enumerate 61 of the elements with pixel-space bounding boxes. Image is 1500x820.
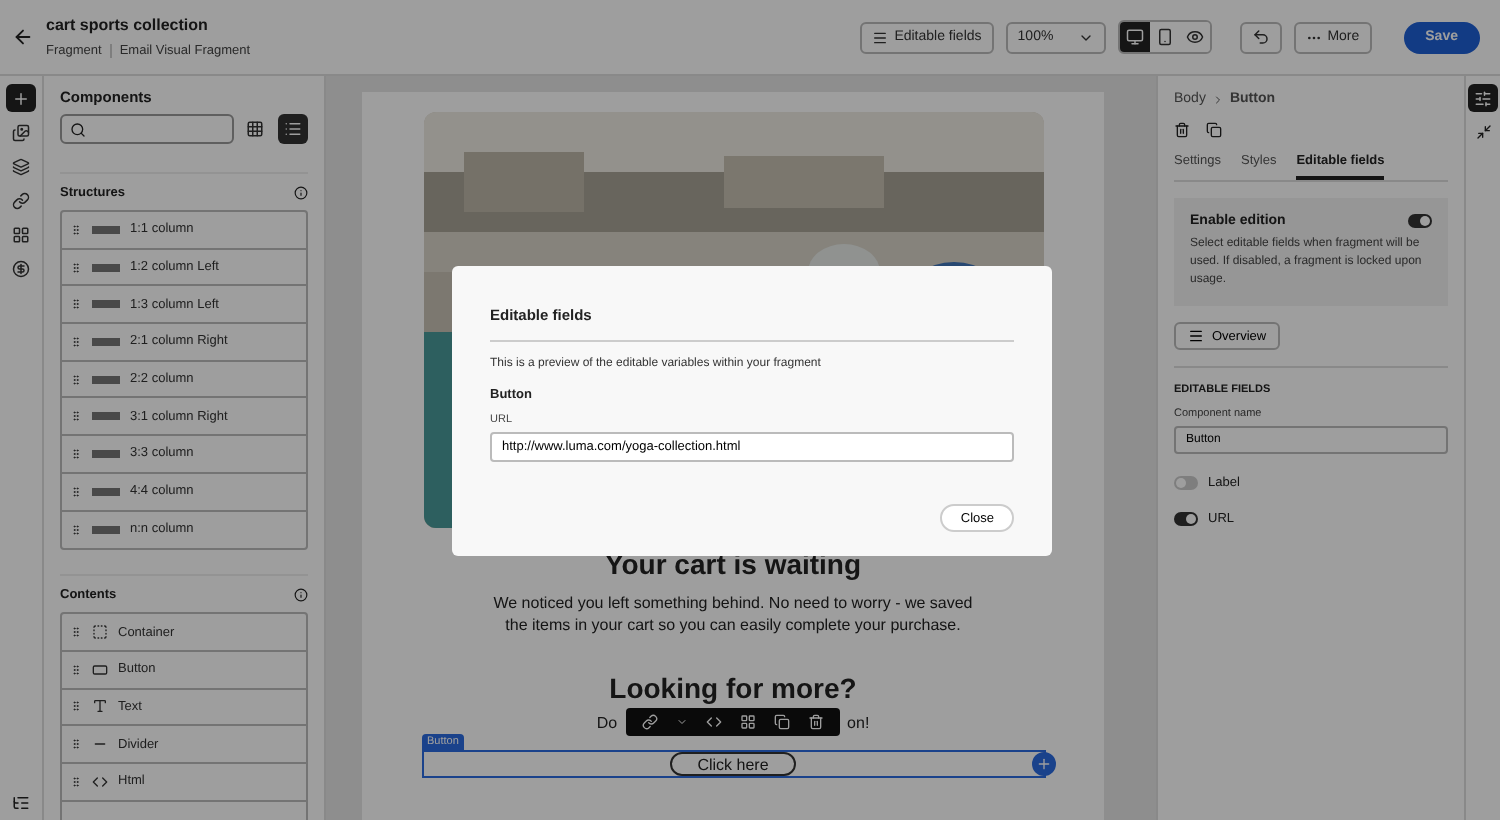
columns-icon xyxy=(92,337,120,346)
link-icon[interactable] xyxy=(641,714,658,731)
chevron-icon xyxy=(1211,93,1224,105)
add-button[interactable] xyxy=(1031,752,1055,777)
delete-icon[interactable] xyxy=(1174,122,1190,138)
columns-icon xyxy=(92,487,120,496)
undo-button[interactable] xyxy=(1239,21,1282,53)
collapse-icon[interactable] xyxy=(1475,124,1491,140)
properties-button[interactable] xyxy=(1468,84,1498,112)
button-shape-icon xyxy=(92,661,108,678)
email-text: on! xyxy=(847,713,870,732)
duplicate-icon[interactable] xyxy=(773,714,790,731)
text-icon xyxy=(92,698,108,715)
columns-icon xyxy=(92,375,120,384)
back-icon[interactable] xyxy=(12,26,34,48)
columns-icon xyxy=(92,412,120,421)
search-icon xyxy=(70,121,86,137)
email-text: Do xyxy=(596,713,618,732)
grid-icon xyxy=(246,120,265,138)
images-icon xyxy=(12,123,30,141)
add-icon xyxy=(12,89,30,107)
outline-icon[interactable] xyxy=(12,794,30,812)
link-icon xyxy=(12,191,30,209)
list-icon xyxy=(284,120,303,138)
add-icon xyxy=(1035,756,1051,773)
toggle-switch[interactable] xyxy=(1174,476,1198,490)
info-icon xyxy=(294,588,308,603)
grid-icon xyxy=(12,225,30,243)
grid-icon[interactable] xyxy=(739,714,756,731)
columns-icon xyxy=(92,300,120,309)
eye-icon xyxy=(1185,28,1204,46)
layers-icon xyxy=(12,157,30,175)
coin-icon xyxy=(12,259,30,277)
list-icon xyxy=(1188,328,1204,344)
columns-icon xyxy=(92,263,120,272)
columns-icon xyxy=(92,225,120,234)
document-title: cart sports collection xyxy=(46,16,210,34)
desktop-view-button[interactable] xyxy=(1119,22,1150,52)
info-icon xyxy=(294,186,308,200)
cta-button[interactable]: Click here xyxy=(669,752,797,777)
search-field[interactable] xyxy=(60,114,234,144)
delete-icon[interactable] xyxy=(807,714,824,731)
phone-icon xyxy=(1155,28,1174,46)
columns-icon xyxy=(92,525,120,534)
monitor-icon xyxy=(1125,28,1144,46)
container-icon xyxy=(92,624,108,641)
code-icon xyxy=(92,773,108,790)
list-view-button[interactable] xyxy=(278,114,308,144)
email-text: We noticed you left something behind. No need to worry - we saved the items in your cart so you can easily complete your purchase. xyxy=(493,592,973,637)
email-heading: Looking for more? xyxy=(609,672,857,705)
undo-icon xyxy=(1251,28,1270,46)
toggle-switch[interactable] xyxy=(1174,512,1198,526)
add-button[interactable] xyxy=(6,84,36,112)
email-heading: Your cart is waiting xyxy=(604,548,862,580)
columns-icon xyxy=(92,449,120,458)
duplicate-icon[interactable] xyxy=(1206,122,1222,138)
sliders-icon xyxy=(1474,89,1492,107)
toggle-switch[interactable] xyxy=(1408,214,1432,228)
code-icon[interactable] xyxy=(705,714,722,731)
list-icon xyxy=(872,29,889,45)
chevron-down-icon[interactable] xyxy=(675,716,688,729)
